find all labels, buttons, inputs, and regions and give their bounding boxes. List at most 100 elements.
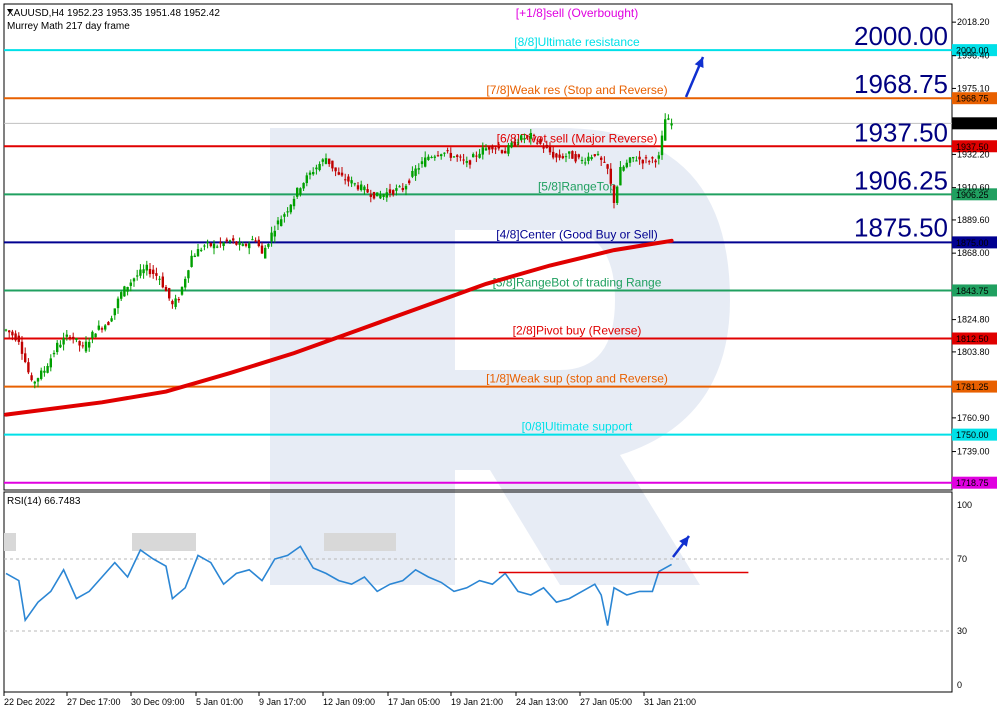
candle-body [206, 242, 209, 244]
candle-body [542, 147, 545, 149]
candle-body [174, 298, 177, 307]
candle-body [116, 298, 120, 309]
x-tick-label: 22 Dec 2022 [4, 697, 55, 707]
candle-body [161, 276, 164, 288]
candle-body [510, 142, 513, 148]
candle-body [452, 156, 456, 158]
x-tick-label: 19 Jan 21:00 [451, 697, 503, 707]
candle-body [388, 189, 392, 194]
candle-body [296, 187, 299, 197]
rsi-header: RSI(14) 66.7483 [7, 496, 81, 507]
candle-body [328, 158, 331, 165]
candle-body [472, 154, 475, 158]
x-tick-label: 17 Jan 05:00 [388, 697, 440, 707]
candle-body [420, 161, 424, 165]
candle-body [481, 147, 484, 155]
candle-body [196, 249, 200, 257]
candle-body [187, 270, 190, 279]
candle-body [459, 156, 462, 158]
big-level-label: 1968.75 [854, 69, 948, 99]
candle-body [126, 286, 129, 292]
murrey-level-label: [5/8]RangeTop [538, 179, 616, 193]
candle-body [430, 157, 433, 159]
y-tick-label: 1953.70 [957, 116, 990, 126]
candle-body [193, 255, 196, 257]
candle-body [555, 153, 558, 158]
murrey-level-label: [+1/8]sell (Overbought) [516, 6, 638, 20]
candle-body [216, 246, 219, 248]
candle-body [286, 211, 289, 213]
candle-body [321, 159, 324, 162]
candle-body [14, 333, 17, 341]
candle-body [494, 148, 497, 150]
candle-body [168, 288, 171, 299]
candle-body [241, 244, 244, 246]
candle-body [523, 138, 526, 140]
murrey-level-label: [3/8]RangeBot of trading Range [493, 275, 662, 289]
candle-body [238, 242, 241, 245]
candle-body [478, 153, 481, 158]
candle-body [136, 275, 139, 277]
candle-body [644, 157, 648, 159]
candle-body [209, 243, 212, 247]
candle-body [260, 245, 264, 254]
candle-body [504, 150, 507, 154]
candle-body [667, 118, 670, 120]
candle-body [56, 342, 59, 353]
candle-body [462, 159, 465, 161]
candle-body [200, 249, 203, 251]
xauusd-chart: [+1/8]sell (Overbought) [8/8]Ultimate res… [0, 0, 999, 713]
candle-body [651, 157, 654, 159]
candle-body [516, 142, 520, 144]
candle-body [43, 370, 46, 373]
rsi-tick-label: 0 [957, 680, 962, 690]
candle-body [385, 192, 388, 198]
rsi-overbought-zone [324, 533, 396, 551]
candle-body [11, 331, 14, 336]
candle-body [107, 322, 110, 326]
candle-body [612, 185, 616, 203]
candle-body [24, 353, 27, 363]
candle-body [203, 245, 206, 247]
candle-body [632, 157, 635, 159]
y-tick-label: 1824.80 [957, 315, 990, 325]
murrey-level-label: [1/8]Weak sup (stop and Reverse) [486, 372, 668, 386]
candle-body [446, 150, 449, 152]
candle-body [456, 155, 459, 157]
big-level-label: 1906.25 [854, 165, 948, 195]
candle-body [625, 162, 628, 168]
candle-body [33, 381, 36, 384]
candle-body [120, 292, 123, 299]
x-tick-label: 31 Jan 21:00 [644, 697, 696, 707]
candle-body [417, 168, 420, 170]
candle-body [401, 187, 404, 191]
candle-body [440, 154, 443, 157]
candle-body [49, 358, 52, 368]
candle-body [436, 155, 440, 157]
x-tick-label: 5 Jan 01:00 [196, 697, 243, 707]
candle-body [648, 161, 651, 163]
candle-body [548, 146, 552, 153]
candle-body [36, 378, 40, 382]
candle-body [580, 159, 584, 161]
candle-body [568, 151, 571, 154]
candle-body [40, 370, 43, 379]
candle-body [78, 340, 81, 346]
candle-body [372, 191, 376, 199]
candle-body [97, 325, 100, 330]
candle-body [139, 269, 142, 276]
candle-body [132, 278, 136, 282]
candle-body [318, 163, 321, 171]
candle-body [177, 299, 180, 301]
candle-body [8, 330, 11, 333]
candle-body [369, 194, 372, 197]
candle-body [513, 141, 516, 146]
candle-body [497, 146, 500, 149]
candle-body [468, 160, 472, 165]
candle-body [628, 157, 632, 163]
candle-body [72, 336, 75, 339]
candle-body [94, 333, 97, 338]
candle-body [30, 375, 33, 381]
candle-body [104, 325, 107, 330]
candle-body [574, 154, 577, 162]
